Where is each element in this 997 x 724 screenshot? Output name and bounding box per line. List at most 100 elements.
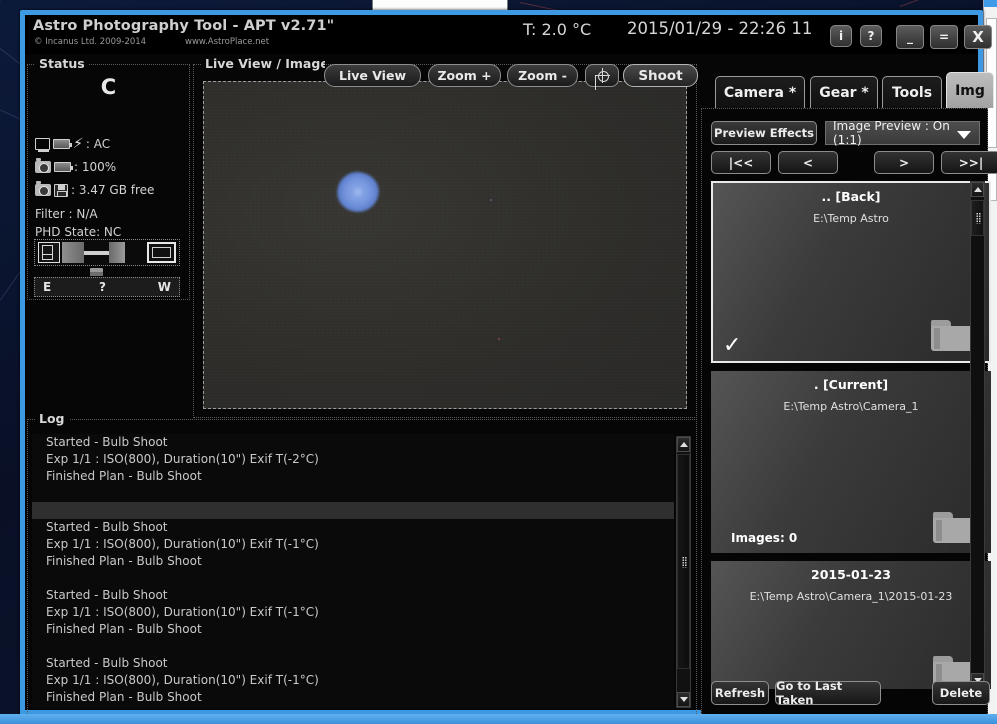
storage-label: : 3.47 GB free (71, 183, 154, 197)
close-button[interactable]: X (964, 25, 992, 49)
camera-battery-icon (54, 162, 71, 172)
folder-card[interactable]: 2015-01-23 E:\Temp Astro\Camera_1\2015-01… (711, 561, 991, 689)
meridian-west-label: W (158, 280, 171, 294)
check-icon: ✓ (723, 335, 741, 357)
tab-img[interactable]: Img (946, 72, 994, 108)
log-line[interactable]: Finished Plan - Bulb Shoot (32, 553, 674, 570)
image-preview-select[interactable]: Image Preview : On (1:1) (825, 121, 980, 145)
background-window-titlebar (984, 0, 997, 7)
log-line[interactable] (32, 570, 674, 587)
crosshair-icon (595, 68, 610, 83)
live-view-canvas[interactable] (203, 81, 687, 409)
connection-indicator: C (28, 75, 189, 99)
lightning-icon: ⚡ (72, 138, 83, 150)
status-panel-label: Status (35, 56, 89, 71)
zoom-out-button[interactable]: Zoom - (507, 64, 578, 87)
folder-card-title: 2015-01-23 (711, 567, 991, 582)
log-line[interactable]: Exp 1/1 : ISO(800), Duration(10") Exif T… (32, 536, 674, 553)
folder-icon (931, 320, 973, 351)
battery-icon (53, 139, 70, 149)
folder-card-path: E:\Temp Astro\Camera_1\2015-01-23 (711, 590, 991, 603)
shoot-button[interactable]: Shoot (623, 64, 698, 87)
slider-handle[interactable] (90, 268, 103, 276)
folder-card-path: E:\Temp Astro (713, 212, 989, 225)
maximize-button[interactable]: = (930, 25, 958, 49)
log-line[interactable]: Exp 1/1 : ISO(800), Duration(10") Exif T… (32, 451, 674, 468)
live-view-panel-label: Live View / Image (201, 56, 325, 71)
help-button[interactable]: ? (860, 25, 882, 47)
live-view-button[interactable]: Live View (324, 64, 421, 87)
log-line[interactable]: Exp 1/1 : ISO(800), Duration(10") Exif T… (32, 672, 674, 689)
disk-icon (54, 184, 68, 197)
log-line[interactable]: Exp 1/1 : ISO(800), Duration(10") Exif T… (32, 604, 674, 621)
log-list[interactable]: Started - Bulb ShootExp 1/1 : ISO(800), … (32, 434, 674, 709)
log-line[interactable] (32, 638, 674, 655)
temperature-readout: T: 2.0 °C (523, 20, 591, 39)
slider-left-icon (38, 242, 60, 263)
info-button[interactable]: i (830, 25, 852, 47)
nav-prev-button[interactable]: < (778, 151, 838, 174)
folder-card-title: . [Current] (711, 377, 991, 392)
nav-next-button[interactable]: > (874, 151, 934, 174)
meridian-bar: E ? W (34, 277, 180, 297)
log-line[interactable]: Started - Bulb Shoot (32, 434, 674, 451)
faint-star-1 (490, 199, 492, 201)
log-line[interactable]: Finished Plan - Bulb Shoot (32, 468, 674, 485)
filter-label: Filter : N/A (35, 207, 98, 221)
go-to-last-taken-button[interactable]: Go to Last Taken (775, 681, 881, 705)
minimize-button[interactable]: _ (896, 25, 924, 49)
log-scrollbar[interactable] (676, 436, 691, 708)
datetime-readout: 2015/01/29 - 22:26 11 (627, 19, 812, 38)
log-panel: Log Started - Bulb ShootExp 1/1 : ISO(80… (27, 419, 697, 716)
zoom-in-button[interactable]: Zoom + (428, 64, 501, 87)
tab-camera[interactable]: Camera * (715, 76, 805, 108)
title-bar: Astro Photography Tool - APT v2.71" © In… (25, 15, 978, 54)
arrow-up-icon (680, 442, 688, 447)
slider-fill-right (109, 242, 125, 263)
power-status-label: : AC (86, 137, 110, 151)
folder-card-image-count: Images: 0 (731, 531, 797, 545)
folder-card-list[interactable]: .. [Back]E:\Temp Astro✓. [Current]E:\Tem… (711, 181, 991, 689)
arrow-up-icon (974, 187, 982, 192)
website-link[interactable]: www.AstroPlace.net (185, 37, 269, 47)
delete-button[interactable]: Delete (932, 681, 990, 705)
tab-tools[interactable]: Tools (882, 76, 942, 108)
faint-star-2 (498, 338, 500, 340)
status-panel: Status C ⚡ : AC : 100% : 3.47 GB free (27, 64, 190, 300)
camera-battery-row: : 100% (35, 160, 116, 174)
nav-last-button[interactable]: >>| (941, 151, 997, 174)
log-line[interactable] (32, 502, 674, 519)
folder-list-scrollbar[interactable] (970, 181, 985, 689)
log-line[interactable] (32, 485, 674, 502)
log-line[interactable]: Finished Plan - Bulb Shoot (32, 621, 674, 638)
taskbar[interactable] (0, 714, 997, 724)
folder-scroll-up-button[interactable] (971, 182, 984, 197)
phd-state-row: PHD State: NC (35, 225, 121, 239)
filter-row: Filter : N/A (35, 207, 98, 221)
log-line[interactable]: Started - Bulb Shoot (32, 655, 674, 672)
folder-card[interactable]: . [Current]E:\Temp Astro\Camera_1Images:… (711, 371, 991, 553)
grip-icon (976, 213, 981, 224)
log-scroll-down-button[interactable] (677, 692, 690, 707)
exposure-slider[interactable] (34, 239, 180, 266)
log-line[interactable]: Started - Bulb Shoot (32, 519, 674, 536)
slider-track[interactable] (62, 242, 145, 263)
star-core (353, 187, 363, 197)
app-title: Astro Photography Tool - APT v2.71" (33, 18, 334, 34)
log-line[interactable]: Started - Bulb Shoot (32, 587, 674, 604)
folder-card-title: .. [Back] (713, 189, 989, 204)
refresh-button[interactable]: Refresh (711, 681, 769, 705)
folder-scroll-thumb[interactable] (971, 200, 984, 236)
log-line[interactable]: Finished Plan - Bulb Shoot (32, 689, 674, 706)
nav-first-button[interactable]: |<< (711, 151, 771, 174)
crosshair-button[interactable] (585, 64, 619, 87)
preview-effects-button[interactable]: Preview Effects (711, 121, 817, 145)
tab-gear[interactable]: Gear * (810, 76, 878, 108)
right-panel-tabstrip: Camera * Gear * Tools Img (701, 68, 988, 108)
copyright-text: © Incanus Ltd. 2009-2014 (34, 37, 146, 47)
meridian-east-label: E (43, 280, 51, 294)
folder-card[interactable]: .. [Back] E:\Temp Astro ✓ (711, 181, 991, 363)
live-view-panel: Live View / Image (193, 64, 697, 418)
log-scroll-up-button[interactable] (677, 437, 690, 452)
log-scroll-thumb[interactable] (677, 454, 690, 669)
